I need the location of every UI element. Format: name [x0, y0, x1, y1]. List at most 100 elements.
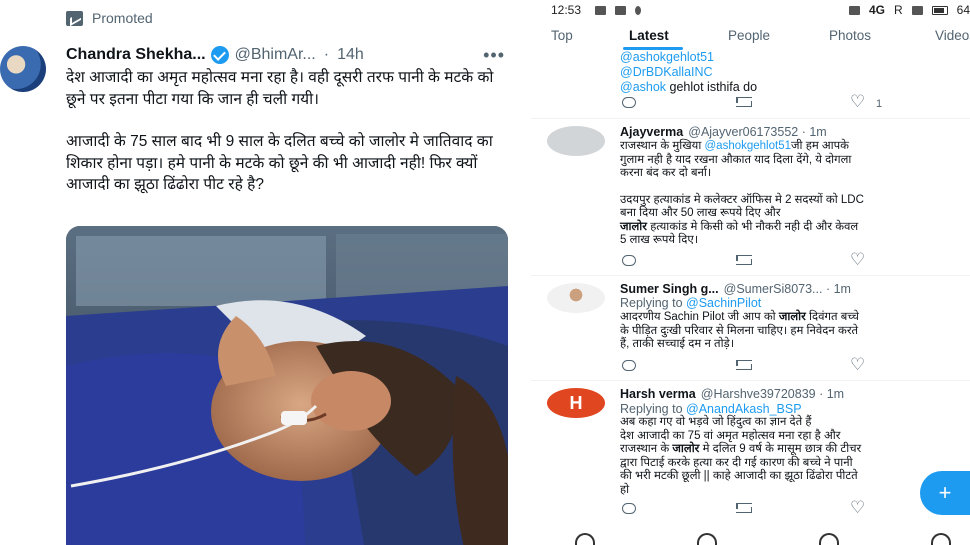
retweet-icon[interactable] [736, 97, 752, 107]
tweet-text-plain: gehlot isthifa do [666, 80, 758, 94]
mention-link[interactable]: @DrBDKallaINC [620, 65, 757, 80]
author-name[interactable]: Sumer Singh g... [620, 282, 719, 296]
search-icon[interactable] [697, 533, 717, 545]
tweet-actions [620, 355, 950, 375]
retweet-icon[interactable] [736, 360, 752, 370]
avatar[interactable] [547, 126, 605, 156]
tab-videos[interactable]: Videos [935, 28, 970, 43]
avatar[interactable] [0, 46, 46, 92]
avatar[interactable] [547, 283, 605, 313]
text-segment: राजस्थान के [620, 443, 673, 455]
mute-icon [848, 5, 860, 15]
reply-text: आदरणीय Sachin Pilot जी आप को जालोर दिवंग… [620, 311, 970, 352]
like-icon[interactable] [850, 355, 866, 375]
text-line: अब कहा गए वो भड़वे जो हिंदुत्व का ज्ञान … [620, 416, 812, 428]
divider [531, 118, 970, 119]
roaming-label: R [893, 3, 903, 17]
author-name[interactable]: Ajayverma [620, 125, 683, 139]
reply-icon[interactable] [622, 360, 636, 371]
mention-link[interactable]: @AnandAkash_BSP [686, 402, 802, 416]
author-name[interactable]: Harsh verma [620, 387, 696, 401]
promoted-icon [66, 10, 83, 26]
tab-latest[interactable]: Latest [629, 28, 669, 43]
messages-icon[interactable] [931, 533, 951, 545]
like-icon[interactable] [850, 498, 866, 518]
battery-icon [931, 5, 948, 15]
status-time: 12:53 [551, 3, 582, 17]
reply-icon[interactable] [622, 97, 636, 108]
text-line: हैं, ताकी सच्चाई दम न तोड़े। [620, 338, 735, 350]
text-segment: राजस्थान के मुखिया [620, 140, 705, 152]
replying-label: Replying to [620, 402, 687, 416]
tweet-actions [620, 250, 950, 270]
reply-icon[interactable] [622, 503, 636, 514]
tweet-time[interactable]: 14h [337, 46, 364, 64]
compose-tweet-button[interactable]: + [920, 471, 970, 515]
tweet-actions: 1 [620, 92, 950, 112]
tab-top[interactable]: Top [551, 28, 573, 43]
tweet-paragraph: आजादी के 75 साल बाद भी 9 साल के दलित बच्… [66, 133, 493, 193]
text-line: करना बंद कर दो बर्ना। [620, 167, 712, 179]
text-line: बना दिया और 50 लाख रूपये दिए और [620, 207, 781, 219]
network-label: 4G [868, 3, 885, 17]
mention-link[interactable]: @ashokgehlot51 [705, 140, 792, 152]
like-count: 1 [876, 97, 883, 110]
mention-link[interactable]: @SachinPilot [686, 296, 761, 310]
more-options-icon[interactable]: ••• [483, 45, 505, 66]
text-segment: मे दलित 9 वर्ष के मासूम छात्र की टीचर [699, 443, 862, 455]
reply-icon[interactable] [622, 255, 636, 266]
text-segment: जी हम आपके [791, 140, 850, 152]
reply-header: Harsh verma @Harshve39720839 · 1m [620, 387, 844, 401]
text-bold: जालोर [778, 311, 806, 323]
replying-label: Replying to [620, 296, 687, 310]
reply-text: राजस्थान के मुखिया @ashokgehlot51जी हम आ… [620, 140, 970, 248]
replying-to: Replying to @SachinPilot [620, 296, 761, 310]
text-line: हो [620, 483, 630, 496]
replying-to: Replying to @AnandAkash_BSP [620, 402, 802, 416]
search-tabs: Top Latest People Photos Videos [531, 23, 970, 51]
tweet-paragraph: देश आजादी का अमृत महोत्सव मना रहा है। वह… [66, 69, 494, 108]
text-bold: जालोर [672, 443, 700, 455]
author-handle[interactable]: @BhimAr... [235, 46, 316, 64]
signal-icon [911, 5, 923, 15]
retweet-icon[interactable] [736, 503, 752, 513]
mention-link[interactable]: @ashokgehlot51 [620, 50, 757, 65]
text-segment: दिवंगत बच्चे [805, 311, 859, 323]
divider [531, 380, 970, 381]
text-line: द्वारा पिटाई करके हत्या कर दी गई कारण की… [620, 456, 853, 469]
reply-header: Sumer Singh g... @SumerSi8073... · 1m [620, 282, 851, 296]
text-line: 5 लाख रूपये दिए। [620, 234, 699, 246]
tweet-text: देश आजादी का अमृत महोत्सव मना रहा है। वह… [66, 67, 516, 217]
promoted-tweet-panel: Promoted Chandra Shekha... @BhimAr... · … [0, 0, 525, 545]
home-icon[interactable] [575, 533, 595, 545]
text-line: देश आजादी का 75 वां अमृत महोत्सव मना रहा… [620, 429, 841, 442]
separator-dot: · [323, 46, 330, 63]
author-meta[interactable]: @Ajayver06173552 · 1m [688, 125, 826, 139]
text-segment: आदरणीय Sachin Pilot जी आप को [620, 311, 779, 323]
battery-level: 64 [956, 3, 970, 17]
tweet-photo[interactable] [66, 226, 508, 545]
reply-header: Ajayverma @Ajayver06173552 · 1m [620, 125, 827, 139]
mention-link[interactable]: @ashok [620, 80, 666, 94]
text-line: गुलाम नही है याद रखना औकात याद दिला देंग… [620, 153, 852, 166]
avatar[interactable]: H [547, 388, 605, 418]
tweet-actions [620, 498, 950, 518]
tweet-photo-image [66, 226, 508, 545]
tab-people[interactable]: People [728, 28, 770, 43]
status-right: 4G R 64 [848, 3, 970, 17]
like-icon[interactable] [850, 250, 866, 270]
tweet-header: Chandra Shekha... @BhimAr... · 14h ••• [66, 45, 505, 66]
like-icon[interactable] [850, 92, 866, 112]
notification-icon [615, 5, 627, 15]
author-meta[interactable]: @SumerSi8073... · 1m [724, 282, 851, 296]
promoted-text: Promoted [92, 10, 153, 26]
reply-text: अब कहा गए वो भड़वे जो हिंदुत्व का ज्ञान … [620, 416, 970, 497]
author-name[interactable]: Chandra Shekha... [66, 46, 206, 64]
author-meta[interactable]: @Harshve39720839 · 1m [701, 387, 844, 401]
retweet-icon[interactable] [736, 255, 752, 265]
notification-icon [635, 5, 642, 15]
tweet-text: @ashokgehlot51 @DrBDKallaINC @ashok gehl… [620, 50, 757, 95]
status-bar: 12:53 4G R 64 [531, 0, 970, 20]
tab-photos[interactable]: Photos [829, 28, 871, 43]
notifications-icon[interactable] [819, 533, 839, 545]
